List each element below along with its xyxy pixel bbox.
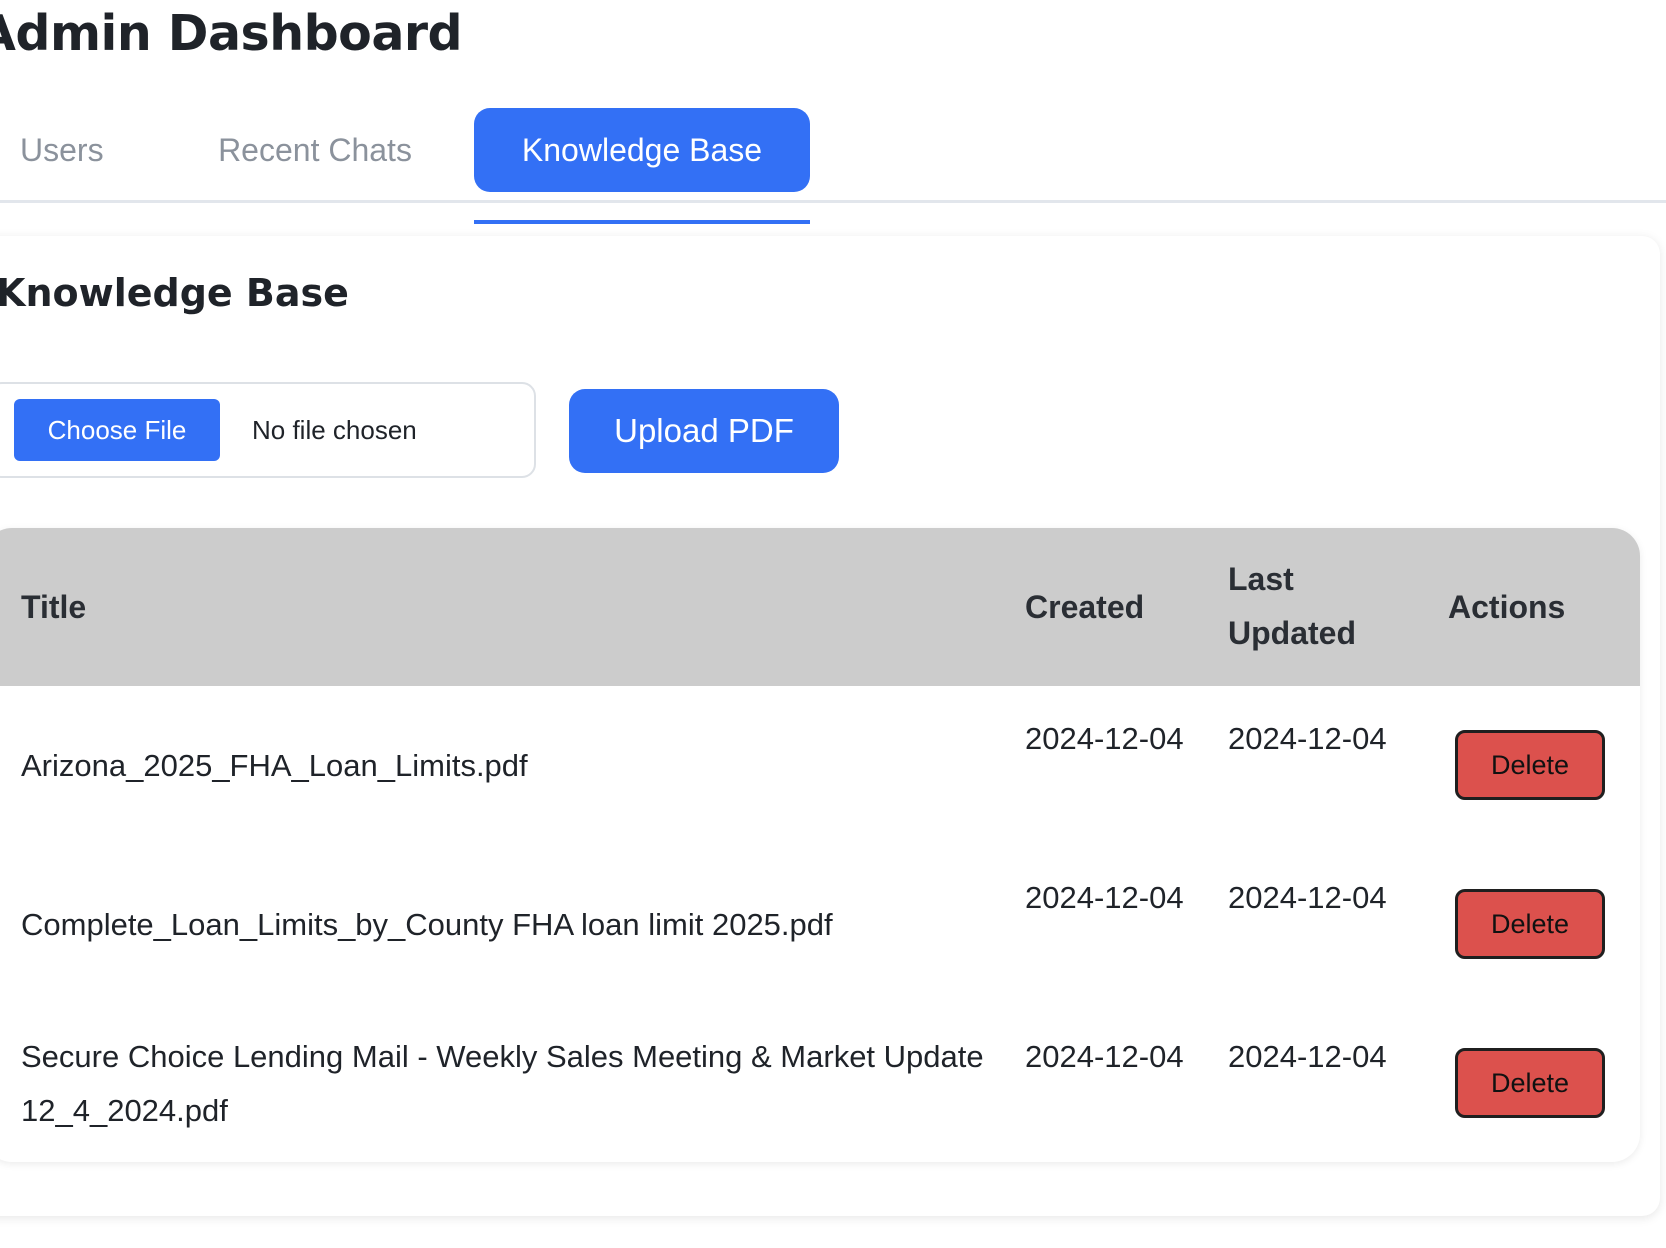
document-title: Complete_Loan_Limits_by_County FHA loan …	[21, 907, 833, 942]
column-header-actions: Actions	[1448, 589, 1566, 625]
section-title: Knowledge Base	[0, 271, 349, 315]
tab-knowledge-base[interactable]: Knowledge Base	[474, 108, 810, 192]
last-updated-date: 2024-12-04	[1228, 721, 1387, 756]
document-title: Arizona_2025_FHA_Loan_Limits.pdf	[21, 748, 528, 783]
column-header-title: Title	[21, 589, 87, 625]
created-date: 2024-12-04	[1025, 1039, 1184, 1074]
tab-bar: Users Recent Chats Knowledge Base	[0, 108, 1666, 224]
delete-button[interactable]: Delete	[1455, 1048, 1605, 1118]
table-header: Title Created Last Updated Actions	[0, 528, 1640, 686]
choose-file-button[interactable]: Choose File	[14, 399, 220, 461]
table-row: Arizona_2025_FHA_Loan_Limits.pdf 2024-12…	[0, 686, 1640, 845]
created-date: 2024-12-04	[1025, 880, 1184, 915]
active-tab-indicator	[474, 220, 810, 224]
tab-users[interactable]: Users	[20, 108, 110, 192]
tab-bar-divider	[0, 200, 1666, 203]
column-header-created: Created	[1025, 589, 1145, 625]
table-row: Secure Choice Lending Mail - Weekly Sale…	[0, 1004, 1640, 1162]
delete-button[interactable]: Delete	[1455, 730, 1605, 800]
last-updated-date: 2024-12-04	[1228, 1039, 1387, 1074]
page-title: Admin Dashboard	[0, 5, 463, 62]
last-updated-date: 2024-12-04	[1228, 880, 1387, 915]
documents-table: Title Created Last Updated Actions Arizo…	[0, 528, 1640, 1162]
table-row: Complete_Loan_Limits_by_County FHA loan …	[0, 845, 1640, 1004]
upload-pdf-button[interactable]: Upload PDF	[569, 389, 839, 473]
document-title: Secure Choice Lending Mail - Weekly Sale…	[21, 1039, 984, 1128]
delete-button[interactable]: Delete	[1455, 889, 1605, 959]
admin-dashboard-page: Admin Dashboard Users Recent Chats Knowl…	[0, 0, 1666, 1248]
column-header-last-updated: Last Updated	[1228, 561, 1356, 651]
file-status-text: No file chosen	[252, 414, 417, 445]
created-date: 2024-12-04	[1025, 721, 1184, 756]
tab-recent-chats[interactable]: Recent Chats	[200, 108, 430, 192]
